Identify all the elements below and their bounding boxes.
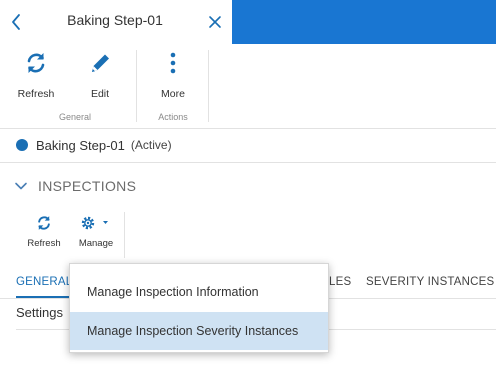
- command-bar: Refresh Edit General More Actions: [0, 44, 232, 128]
- chevron-down-icon: [15, 182, 27, 190]
- divider: [0, 128, 496, 129]
- inspections-section-toggle[interactable]: INSPECTIONS: [14, 176, 136, 196]
- status-indicator: [16, 139, 28, 151]
- refresh-label: Refresh: [17, 88, 55, 100]
- group-label-actions: Actions: [158, 112, 188, 122]
- inspections-refresh-button[interactable]: Refresh: [24, 214, 64, 254]
- refresh-icon: [27, 53, 45, 73]
- menu-item-manage-inspection-severity-instances[interactable]: Manage Inspection Severity Instances: [70, 312, 328, 350]
- settings-heading: Settings: [16, 305, 63, 320]
- section-title: INSPECTIONS: [38, 178, 137, 194]
- refresh-icon: [38, 216, 50, 230]
- record-status: (Active): [130, 138, 172, 152]
- menu-item-manage-inspection-information[interactable]: Manage Inspection Information: [70, 273, 328, 311]
- manage-label: Manage: [78, 238, 114, 249]
- refresh-button[interactable]: Refresh: [11, 50, 61, 106]
- more-button[interactable]: More: [148, 50, 198, 106]
- close-icon: [209, 16, 221, 28]
- group-divider: [208, 50, 209, 122]
- gear-dropdown-icon: [81, 216, 108, 230]
- group-divider: [136, 50, 137, 122]
- edit-label: Edit: [90, 88, 110, 100]
- refresh-label: Refresh: [27, 238, 61, 249]
- manage-dropdown-menu: Manage Inspection Information Manage Ins…: [69, 263, 329, 353]
- tab-general[interactable]: GENERAL: [16, 276, 72, 288]
- page-title: Baking Step-01: [67, 12, 163, 28]
- group-divider: [124, 212, 125, 258]
- edit-button[interactable]: Edit: [75, 50, 125, 106]
- divider: [0, 162, 496, 163]
- record-name: Baking Step-01: [36, 137, 125, 153]
- more-vertical-icon: [170, 52, 176, 74]
- top-blue-bar: [232, 0, 496, 44]
- more-label: More: [161, 88, 185, 100]
- manage-button[interactable]: Manage: [74, 214, 118, 254]
- header: Baking Step-01: [0, 0, 232, 44]
- record-status-row: Baking Step-01 (Active): [16, 136, 172, 154]
- close-button[interactable]: [206, 13, 224, 31]
- pencil-icon: [92, 54, 109, 72]
- tab-severity-instances[interactable]: SEVERITY INSTANCES: [366, 276, 494, 288]
- group-label-general: General: [58, 112, 92, 122]
